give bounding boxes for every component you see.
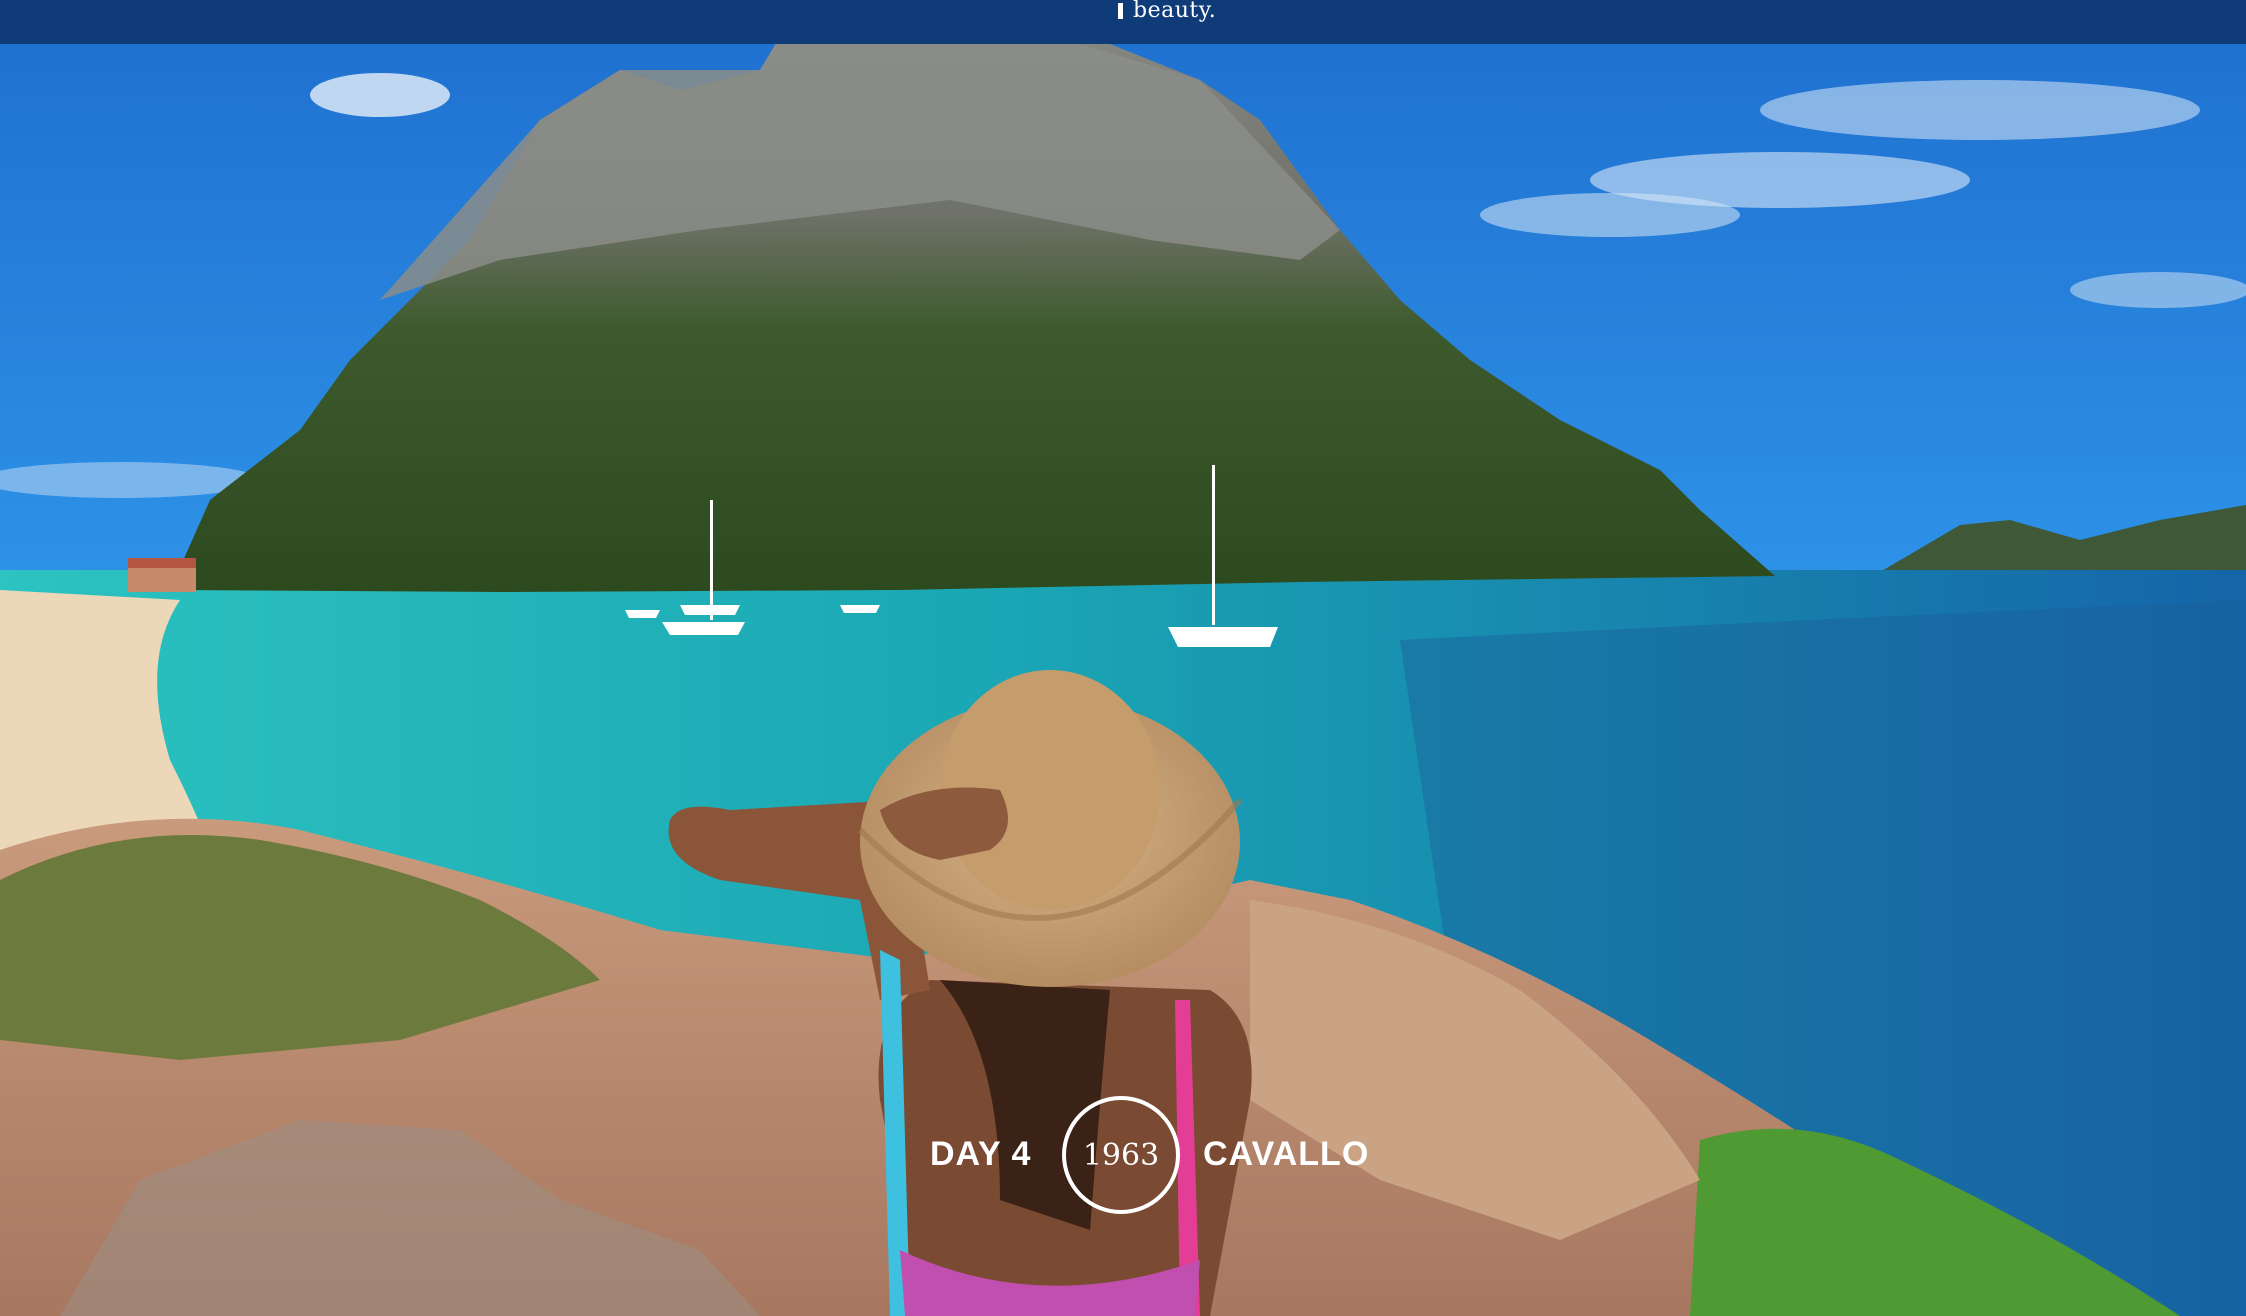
place-label: CAVALLO: [1203, 1135, 1370, 1173]
top-header-bar: beauty.: [0, 0, 2246, 44]
year-badge: 1963: [1062, 1096, 1180, 1214]
day-label: DAY 4: [930, 1135, 1032, 1173]
header-text-group: beauty.: [1118, 0, 1216, 22]
day-caption: DAY 4 1963 CAVALLO: [0, 1093, 2246, 1223]
header-text: beauty.: [1133, 0, 1217, 23]
text-cursor-bar: [1118, 3, 1123, 19]
